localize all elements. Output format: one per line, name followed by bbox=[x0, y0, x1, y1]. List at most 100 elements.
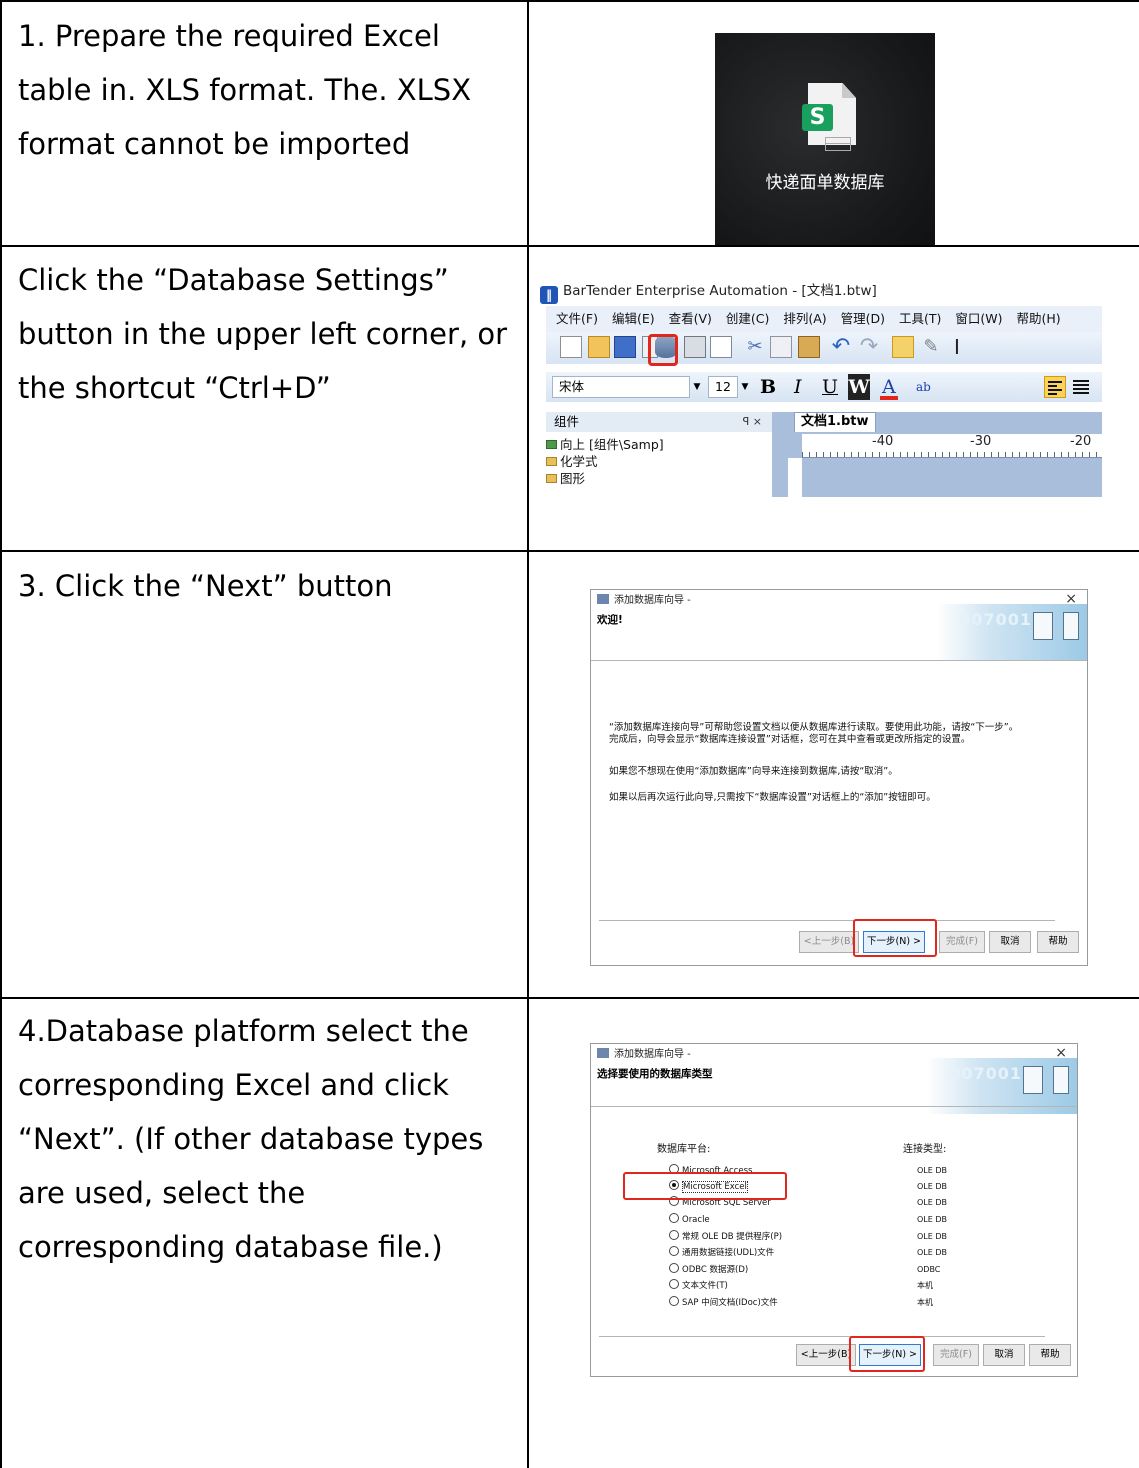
font-name-dropdown-icon[interactable]: ▼ bbox=[690, 376, 704, 398]
platform-column-label: 数据库平台: bbox=[657, 1144, 711, 1155]
footer-separator bbox=[599, 920, 1055, 921]
horizontal-ruler: -40 -30 -20 bbox=[802, 434, 1102, 458]
dialog-title-text: 添加数据库向导 - bbox=[614, 1049, 691, 1060]
option-label: 常规 OLE DB 提供程序(P) bbox=[682, 1232, 783, 1242]
menu-arrange[interactable]: 排列(A) bbox=[783, 311, 826, 326]
step-2-text: Click the “Database Settings” button in … bbox=[18, 263, 508, 405]
folder-icon bbox=[546, 474, 557, 483]
help-button[interactable]: 帮助 bbox=[1037, 931, 1079, 953]
menu-view[interactable]: 查看(V) bbox=[669, 311, 712, 326]
option-label: 文本文件(T) bbox=[682, 1281, 728, 1291]
window-title-text: BarTender Enterprise Automation - [文档1.b… bbox=[563, 283, 877, 299]
platform-option-udl[interactable]: 通用数据链接(UDL)文件 bbox=[669, 1246, 774, 1260]
option-label: ODBC 数据源(D) bbox=[682, 1265, 749, 1275]
step-1-screenshot: S 快递面单数据库 bbox=[715, 33, 935, 245]
cancel-button[interactable]: 取消 bbox=[989, 931, 1031, 953]
tree-item-label: 化学式 bbox=[560, 454, 598, 469]
paste-icon[interactable] bbox=[798, 336, 820, 358]
ruler-label: -30 bbox=[970, 434, 992, 449]
menu-create[interactable]: 创建(C) bbox=[726, 311, 769, 326]
banner-text: 007001 bbox=[949, 1064, 1022, 1083]
back-button[interactable]: <上一步(B) bbox=[796, 1344, 856, 1366]
redo-icon[interactable]: ↷ bbox=[858, 336, 880, 358]
open-folder-icon[interactable] bbox=[588, 336, 610, 358]
dialog-title: 添加数据库向导 - bbox=[597, 1048, 691, 1062]
menu-help[interactable]: 帮助(H) bbox=[1017, 311, 1061, 326]
platform-option-odbc[interactable]: ODBC 数据源(D) bbox=[669, 1263, 748, 1277]
table-column-divider bbox=[527, 0, 529, 1468]
tree-item-shapes[interactable]: 图形 bbox=[546, 470, 664, 487]
menu-tools[interactable]: 工具(T) bbox=[899, 311, 941, 326]
platform-option-oledb[interactable]: 常规 OLE DB 提供程序(P) bbox=[669, 1230, 782, 1244]
step-3-text: 3. Click the “Next” button bbox=[18, 569, 393, 603]
components-tree: 向上 [组件\Samp] 化学式 图形 bbox=[546, 436, 664, 487]
select-pointer-icon[interactable] bbox=[892, 336, 914, 358]
finish-button[interactable]: 完成(F) bbox=[933, 1344, 979, 1366]
underline-button[interactable]: U bbox=[822, 374, 838, 400]
banner-device-icon bbox=[1033, 612, 1053, 640]
italic-button[interactable]: I bbox=[794, 374, 802, 400]
dialog-heading: 选择要使用的数据库类型 bbox=[597, 1068, 713, 1080]
connection-type: OLE DB bbox=[917, 1166, 947, 1175]
radio-button[interactable] bbox=[669, 1213, 679, 1223]
new-document-icon[interactable] bbox=[560, 336, 582, 358]
menu-manage[interactable]: 管理(D) bbox=[841, 311, 885, 326]
table-row-divider bbox=[0, 997, 1139, 999]
font-size-dropdown-icon[interactable]: ▼ bbox=[738, 376, 752, 398]
panel-pin-close-icon[interactable]: ꟼ × bbox=[743, 412, 762, 432]
table-border-top bbox=[0, 0, 1139, 2]
banner-text: 007001 bbox=[959, 610, 1032, 629]
menu-file[interactable]: 文件(F) bbox=[556, 311, 598, 326]
radio-button[interactable] bbox=[669, 1279, 679, 1289]
text-cursor-icon[interactable]: I bbox=[946, 336, 968, 358]
connection-type: OLE DB bbox=[917, 1215, 947, 1224]
tree-item-chemistry[interactable]: 化学式 bbox=[546, 453, 664, 470]
word-wrap-button[interactable]: W bbox=[848, 374, 870, 400]
spreadsheet-badge-icon: S bbox=[802, 104, 833, 131]
format-painter-icon[interactable]: ✎ bbox=[920, 336, 942, 358]
undo-icon[interactable]: ↶ bbox=[830, 336, 852, 358]
font-name-select[interactable]: 宋体 bbox=[552, 376, 690, 398]
finish-button[interactable]: 完成(F) bbox=[939, 931, 985, 953]
document-tab[interactable]: 文档1.btw bbox=[794, 412, 876, 432]
file-label[interactable]: 快递面单数据库 bbox=[715, 171, 935, 195]
radio-button[interactable] bbox=[669, 1263, 679, 1273]
font-size-select[interactable]: 12 bbox=[708, 376, 738, 398]
print-preview-icon[interactable] bbox=[710, 336, 732, 358]
print-icon[interactable] bbox=[684, 336, 706, 358]
excel-option-highlight bbox=[623, 1172, 787, 1200]
save-icon[interactable] bbox=[614, 336, 636, 358]
wizard-rerun-paragraph: 如果以后再次运行此向导,只需按下“数据库设置”对话框上的“添加”按钮即可。 bbox=[609, 792, 936, 803]
footer-separator bbox=[599, 1336, 1045, 1337]
radio-button[interactable] bbox=[669, 1296, 679, 1306]
tree-item-up[interactable]: 向上 [组件\Samp] bbox=[546, 436, 664, 453]
menu-edit[interactable]: 编辑(E) bbox=[612, 311, 655, 326]
platform-option-text-file[interactable]: 文本文件(T) bbox=[669, 1279, 728, 1293]
font-color-button[interactable]: A bbox=[880, 374, 898, 400]
align-center-icon[interactable] bbox=[1070, 376, 1092, 398]
main-toolbar: ✂ ↶ ↷ ✎ I bbox=[546, 332, 1102, 364]
connection-type: 本机 bbox=[917, 1298, 933, 1307]
platform-option-sap-idoc[interactable]: SAP 中间文档(IDoc)文件 bbox=[669, 1296, 778, 1310]
add-database-wizard-platform: 添加数据库向导 - × 选择要使用的数据库类型 007001 数据库平台: 连接… bbox=[590, 1043, 1078, 1377]
window-title: ‖ BarTender Enterprise Automation - [文档1.… bbox=[540, 280, 877, 304]
align-left-icon[interactable] bbox=[1044, 376, 1066, 398]
header-separator bbox=[591, 1106, 1077, 1107]
option-label: 通用数据链接(UDL)文件 bbox=[682, 1248, 775, 1258]
copy-icon[interactable] bbox=[770, 336, 792, 358]
platform-option-oracle[interactable]: Oracle bbox=[669, 1213, 710, 1227]
highlight-color-button[interactable]: ab bbox=[916, 374, 931, 400]
cut-icon[interactable]: ✂ bbox=[744, 336, 766, 358]
folder-icon bbox=[546, 457, 557, 466]
menu-window[interactable]: 窗口(W) bbox=[955, 311, 1002, 326]
cancel-button[interactable]: 取消 bbox=[983, 1344, 1025, 1366]
back-button[interactable]: <上一步(B) bbox=[799, 931, 859, 953]
wizard-cancel-paragraph: 如果您不想现在使用“添加数据库”向导来连接到数据库,请按“取消”。 bbox=[609, 766, 898, 777]
table-row-divider bbox=[0, 245, 1139, 247]
bold-button[interactable]: B bbox=[760, 374, 776, 400]
help-button[interactable]: 帮助 bbox=[1029, 1344, 1071, 1366]
radio-button[interactable] bbox=[669, 1230, 679, 1240]
radio-button[interactable] bbox=[669, 1246, 679, 1256]
tree-item-label: 向上 [组件\Samp] bbox=[560, 437, 664, 452]
dialog-heading: 欢迎! bbox=[597, 614, 623, 626]
